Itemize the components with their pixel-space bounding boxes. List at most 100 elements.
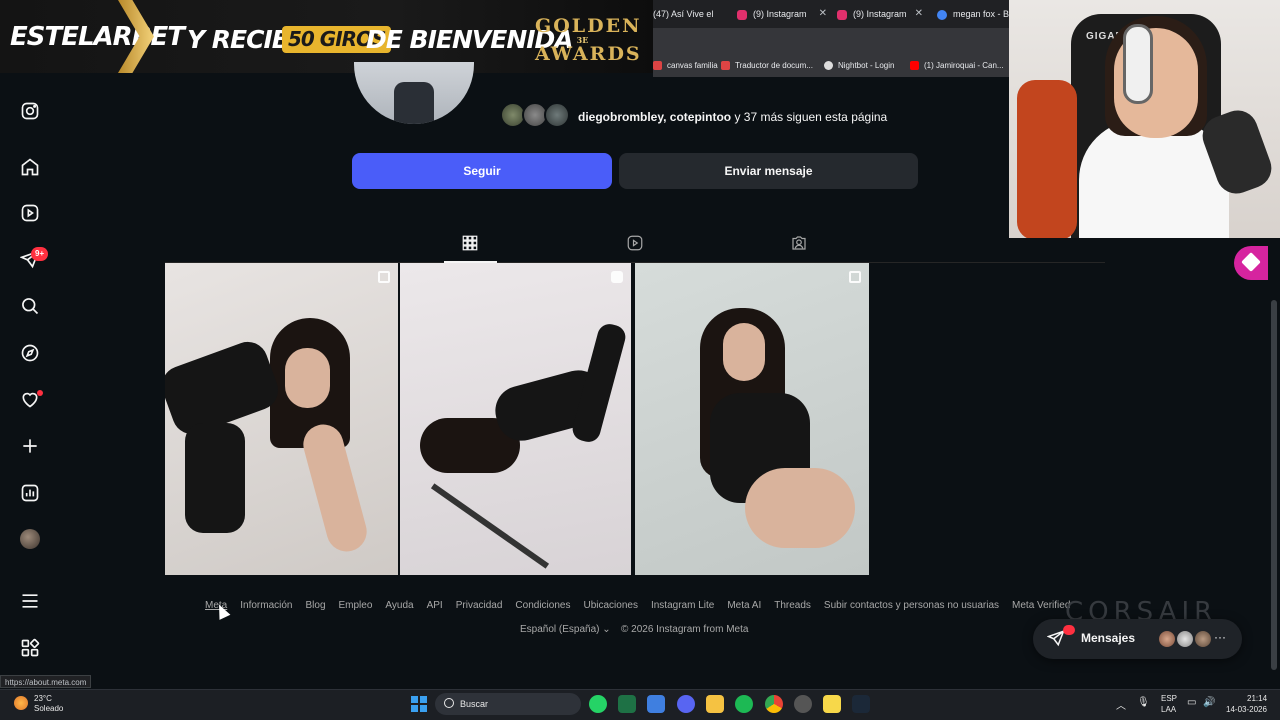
message-avatar <box>1157 629 1177 649</box>
reel-icon <box>611 271 623 283</box>
message-avatar <box>1175 629 1195 649</box>
browser-tab[interactable]: (9) Instagram ✕ <box>737 5 827 23</box>
follower-avatar <box>544 102 570 128</box>
bookmark-icon <box>721 61 730 71</box>
tab-label: (47) Así Vive el <box>653 9 714 19</box>
footer-link[interactable]: Blog <box>305 600 325 611</box>
start-windows-icon[interactable] <box>411 696 427 712</box>
footer-link[interactable]: Empleo <box>339 600 373 611</box>
reels-tab-icon[interactable] <box>626 234 646 254</box>
footer-link[interactable]: API <box>427 600 443 611</box>
address-bar[interactable] <box>653 28 1009 55</box>
bookmark-label: (1) Jamiroquai - Can... <box>924 61 1004 70</box>
chrome-icon[interactable] <box>765 695 783 713</box>
messages-badge <box>1063 625 1075 635</box>
discord-icon[interactable] <box>677 695 695 713</box>
steam-icon[interactable] <box>852 695 870 713</box>
followers-names: diegobrombley, cotepintoo <box>578 110 732 124</box>
reels-icon[interactable] <box>20 203 40 223</box>
estelarbet-banner[interactable]: ESTELARBET Y RECIBE 50 GIROS DE BIENVENI… <box>0 0 653 73</box>
bookmark-item[interactable]: Nightbot - Login <box>824 58 894 74</box>
excel-icon[interactable] <box>618 695 636 713</box>
microphone-icon[interactable]: 🎙 <box>1137 697 1150 708</box>
input-language[interactable]: ESP <box>1161 694 1177 703</box>
footer-link[interactable]: Meta Verified <box>1012 600 1070 611</box>
instagram-icon <box>737 9 747 20</box>
search-icon[interactable] <box>20 296 40 316</box>
golden-awards-logo: GOLDEN 3E AWARDS <box>535 16 640 64</box>
message-avatar <box>1193 629 1213 649</box>
post-face <box>723 323 765 381</box>
whatsapp-icon[interactable] <box>589 695 607 713</box>
instagram-icon <box>837 9 847 20</box>
browser-tab[interactable]: (47) Así Vive el ✕ <box>653 5 719 23</box>
extension-float-icon[interactable] <box>1234 246 1268 280</box>
settings-gear-icon[interactable] <box>794 695 812 713</box>
messages-button[interactable]: Mensajes ··· <box>1033 619 1242 659</box>
browser-tab[interactable]: megan fox - B <box>937 5 1009 23</box>
tagged-tab-icon[interactable] <box>790 234 810 254</box>
activity-dot <box>37 390 43 396</box>
footer-link[interactable]: Ubicaciones <box>583 600 637 611</box>
post-prop <box>430 483 550 569</box>
bookmark-item[interactable]: canvas familia <box>653 58 718 74</box>
footer-links: Meta Información Blog Empleo Ayuda API Privaci… <box>205 595 1083 611</box>
spotify-icon[interactable] <box>735 695 753 713</box>
bookmark-item[interactable]: (1) Jamiroquai - Can... <box>910 58 1004 74</box>
browser-tab[interactable]: (9) Instagram ✕ <box>837 5 923 23</box>
footer-link[interactable]: Threads <box>774 600 811 611</box>
send-message-button[interactable]: Enviar mensaje <box>619 153 918 189</box>
footer-link[interactable]: Meta AI <box>727 600 761 611</box>
copyright-text: © 2026 Instagram from Meta <box>621 624 749 635</box>
input-layout[interactable]: LAA <box>1161 705 1176 714</box>
menu-hamburger-icon[interactable] <box>20 591 40 611</box>
post-thumbnail[interactable] <box>165 263 398 575</box>
file-explorer-icon[interactable] <box>706 695 724 713</box>
home-icon[interactable] <box>20 157 40 177</box>
post-thumbnail[interactable] <box>635 263 869 575</box>
taskbar-search[interactable]: Buscar <box>435 693 581 715</box>
sticky-notes-icon[interactable] <box>823 695 841 713</box>
footer-link[interactable]: Instagram Lite <box>651 600 714 611</box>
posts-grid-tab-icon[interactable] <box>461 234 481 254</box>
follow-button[interactable]: Seguir <box>352 153 612 189</box>
weather-temperature[interactable]: 23°C <box>34 694 52 703</box>
create-plus-icon[interactable] <box>20 436 40 456</box>
clock-time[interactable]: 21:14 <box>1247 694 1267 703</box>
volume-icon[interactable]: 🔊 <box>1203 697 1215 708</box>
scrollbar-thumb[interactable] <box>1271 300 1277 670</box>
explore-icon[interactable] <box>20 343 40 363</box>
footer-link[interactable]: Condiciones <box>515 600 570 611</box>
diamond-icon <box>1241 252 1261 272</box>
mutual-followers-text[interactable]: diegobrombley, cotepintoo y 37 más sigue… <box>578 110 887 124</box>
more-dots-icon: ··· <box>1214 630 1226 644</box>
post-thumbnail[interactable] <box>400 263 631 575</box>
tab-close-icon[interactable]: ✕ <box>915 5 923 23</box>
network-icon[interactable]: ▭ <box>1187 697 1196 708</box>
clock-date[interactable]: 14-03-2026 <box>1226 705 1267 714</box>
weather-description[interactable]: Soleado <box>34 704 63 713</box>
chair-accent <box>1017 80 1077 238</box>
google-icon <box>937 9 947 20</box>
weather-sun-icon[interactable] <box>14 696 28 710</box>
carousel-icon <box>378 271 390 283</box>
notepad-icon[interactable] <box>647 695 665 713</box>
headphones <box>1123 24 1153 104</box>
tray-overflow-chevron-icon[interactable]: ︿ <box>1116 697 1126 712</box>
profile-avatar[interactable] <box>20 529 40 549</box>
footer-link[interactable]: Privacidad <box>456 600 503 611</box>
footer-link[interactable]: Ayuda <box>385 600 413 611</box>
tab-label: (9) Instagram <box>753 9 807 19</box>
dashboard-icon[interactable] <box>20 483 40 503</box>
tab-close-icon[interactable]: ✕ <box>819 5 827 23</box>
profile-picture-figure <box>394 82 434 124</box>
language-selector[interactable]: Español (España) ⌄ <box>520 624 611 635</box>
footer-link[interactable]: Información <box>240 600 292 611</box>
profile-picture[interactable] <box>354 62 474 124</box>
banner-brand: ESTELARBET <box>10 22 185 52</box>
bookmark-item[interactable]: Traductor de docum... <box>721 58 813 74</box>
post-face <box>285 348 330 408</box>
footer-link[interactable]: Subir contactos y personas no usuarias <box>824 600 999 611</box>
instagram-logo-icon[interactable] <box>20 101 40 121</box>
more-apps-icon[interactable] <box>20 638 40 658</box>
